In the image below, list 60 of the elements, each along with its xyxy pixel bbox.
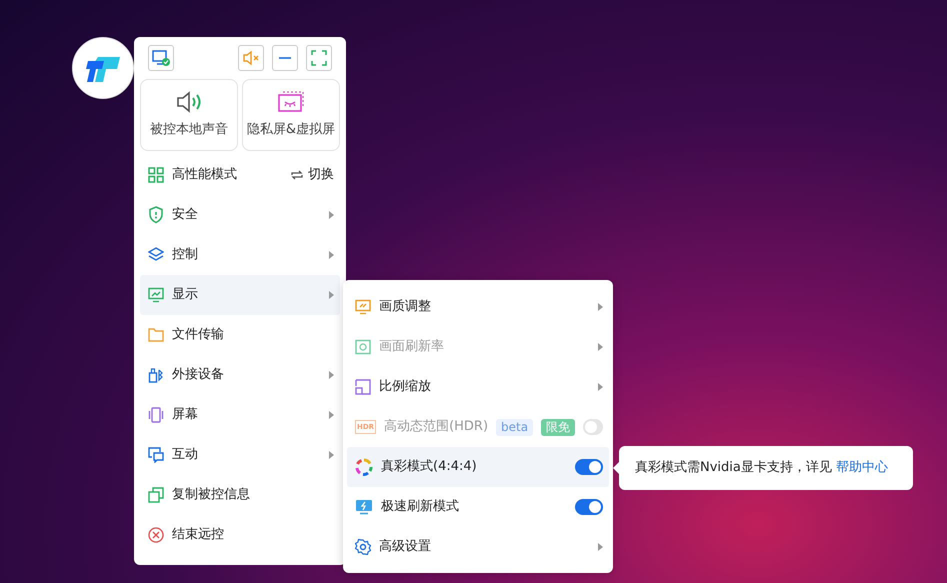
tag: 限免	[541, 418, 576, 436]
scale-icon	[355, 379, 371, 395]
color-ring-icon	[355, 458, 373, 476]
chart-monitor-icon	[148, 287, 164, 303]
submenu-arrow-icon	[329, 451, 334, 459]
switch-link[interactable]: 切换	[290, 165, 334, 185]
submenu-arrow-icon	[329, 251, 334, 259]
gear-icon	[355, 539, 371, 555]
folder-icon	[148, 327, 164, 343]
tooltip-text: 真彩模式需Nvidia显卡支持，详见	[635, 459, 832, 478]
submenu-arrow-icon	[329, 211, 334, 219]
monitor-icon	[152, 49, 170, 67]
tag: beta	[496, 418, 534, 436]
grid-icon	[148, 167, 164, 183]
copy-icon	[148, 487, 164, 503]
toggle-switch[interactable]	[575, 459, 603, 475]
minimize-icon	[278, 56, 292, 60]
menu-item[interactable]: 比例缩放	[347, 367, 609, 407]
submenu-arrow-icon	[329, 371, 334, 379]
menu-item[interactable]: 安全	[140, 195, 340, 235]
refresh-screen-icon	[355, 339, 371, 355]
menu-item[interactable]: 高性能模式 切换	[140, 155, 340, 195]
menu-item[interactable]: 屏幕	[140, 395, 340, 435]
submenu-arrow-icon	[329, 411, 334, 419]
shield-icon	[148, 206, 164, 224]
menu-item[interactable]: 结束远控	[140, 515, 340, 555]
help-center-link[interactable]: 帮助中心	[836, 458, 888, 478]
menu-item[interactable]: 高级设置	[347, 527, 609, 567]
fullscreen-button[interactable]	[306, 45, 332, 71]
plug-bluetooth-icon	[148, 367, 164, 383]
submenu-arrow-icon	[598, 343, 603, 351]
menu-item[interactable]: 互动	[140, 435, 340, 475]
menu-item[interactable]: 文件传输	[140, 315, 340, 355]
menu-item[interactable]: 外接设备	[140, 355, 340, 395]
monitor-button[interactable]	[148, 45, 174, 71]
menu-item[interactable]: 画质调整	[347, 287, 609, 327]
swap-icon	[290, 168, 304, 182]
minimize-button[interactable]	[272, 45, 298, 71]
closed-eye-screen-icon	[277, 90, 305, 114]
screen-icon	[148, 407, 164, 423]
chat-icon	[148, 447, 164, 463]
fullscreen-icon	[311, 50, 327, 66]
menu-item[interactable]: 显示	[140, 275, 340, 315]
submenu-arrow-icon	[598, 543, 603, 551]
close-circle-icon	[148, 527, 164, 543]
menu-item[interactable]: 极速刷新模式	[347, 487, 609, 527]
lightning-monitor-icon	[355, 499, 373, 515]
monitor-icon	[355, 299, 371, 315]
menu-item[interactable]: 控制	[140, 235, 340, 275]
submenu-arrow-icon	[598, 303, 603, 311]
toggle-switch[interactable]	[575, 499, 603, 515]
menu-item[interactable]: 复制被控信息	[140, 475, 340, 515]
submenu-arrow-icon	[598, 383, 603, 391]
speaker-icon	[175, 90, 203, 114]
submenu-arrow-icon	[329, 291, 334, 299]
quick-action-button[interactable]: 隐私屏&虚拟屏	[242, 79, 340, 151]
muted-speaker-icon	[242, 50, 260, 66]
quick-action-button[interactable]: 被控本地声音	[140, 79, 238, 151]
menu-item[interactable]: 真彩模式(4:4:4)	[347, 447, 609, 487]
layers-icon	[148, 247, 164, 263]
